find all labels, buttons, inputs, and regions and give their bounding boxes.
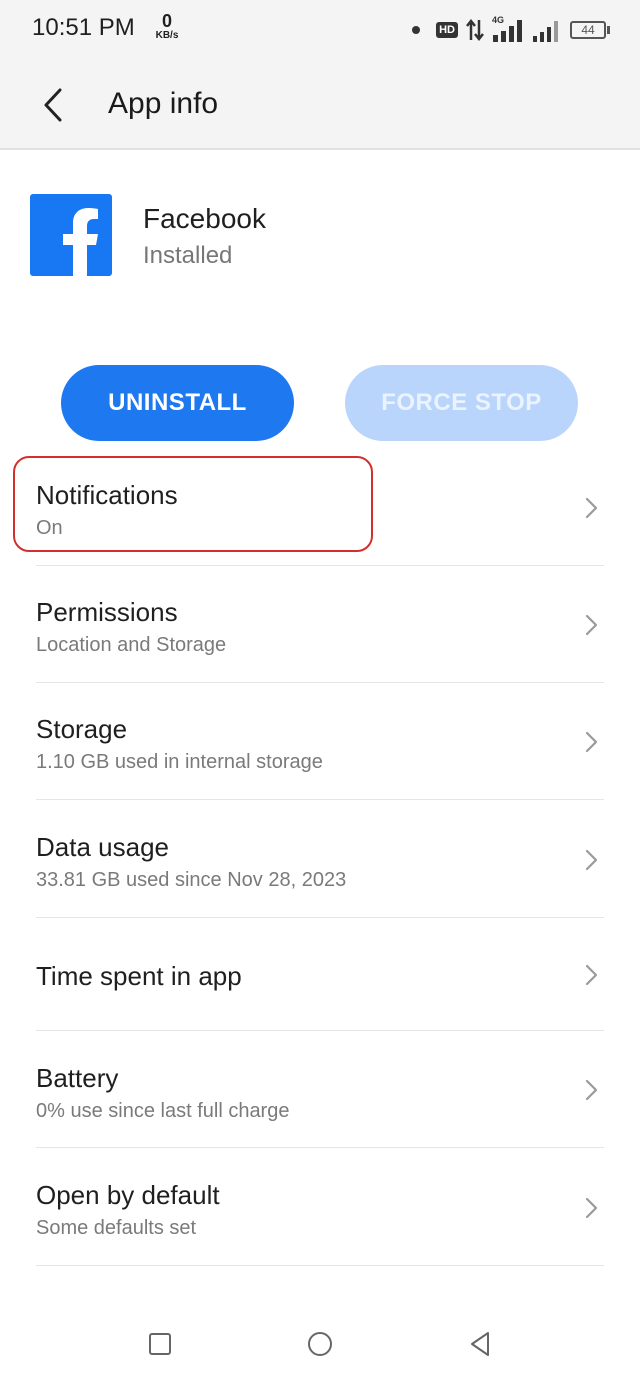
cellular-signal-4g-icon: 4G	[492, 15, 524, 43]
status-time: 10:51 PM	[32, 14, 135, 41]
settings-item-title: Open by default	[36, 1180, 220, 1210]
settings-item-subtitle: 33.81 GB used since Nov 28, 2023	[36, 869, 347, 891]
chevron-right-icon	[585, 1079, 598, 1101]
settings-item-permissions[interactable]: Permissions Location and Storage	[0, 566, 640, 683]
page-title: App info	[108, 87, 219, 120]
app-install-status: Installed	[143, 242, 233, 269]
back-arrow-icon	[44, 88, 62, 122]
settings-item-subtitle: Some defaults set	[36, 1217, 197, 1239]
settings-item-title: Battery	[36, 1063, 119, 1093]
app-bar: App info	[0, 60, 640, 150]
network-speed-unit: KB/s	[155, 30, 179, 41]
battery-tip	[607, 26, 610, 34]
chevron-right-icon	[585, 614, 598, 636]
status-bar: 10:51 PM 0 KB/s HD 4G 44	[0, 0, 640, 60]
back-button[interactable]	[30, 82, 76, 128]
network-speed: 0 KB/s	[152, 12, 182, 41]
circle-icon	[308, 1332, 332, 1356]
settings-item-subtitle: 1.10 GB used in internal storage	[36, 751, 323, 773]
hd-voice-icon: HD	[436, 22, 458, 38]
settings-item-title: Data usage	[36, 832, 169, 862]
uninstall-button[interactable]: UNINSTALL	[61, 365, 294, 441]
back-nav-button[interactable]	[462, 1326, 498, 1362]
triangle-back-icon	[471, 1332, 489, 1356]
settings-item-title: Storage	[36, 714, 128, 744]
chevron-right-icon	[585, 1197, 598, 1219]
facebook-logo-icon	[63, 208, 98, 276]
chevron-right-icon	[585, 497, 598, 519]
settings-item-data-usage[interactable]: Data usage 33.81 GB used since Nov 28, 2…	[0, 800, 640, 918]
settings-item-title: Time spent in app	[36, 961, 242, 991]
settings-item-subtitle: Location and Storage	[36, 634, 227, 656]
settings-item-subtitle: 0% use since last full charge	[36, 1100, 290, 1122]
chevron-right-icon	[585, 849, 598, 871]
force-stop-button[interactable]: FORCE STOP	[345, 365, 578, 441]
settings-item-subtitle: On	[36, 517, 63, 539]
square-icon	[149, 1333, 171, 1355]
home-button[interactable]	[302, 1326, 338, 1362]
battery-icon: 44	[570, 21, 610, 39]
settings-item-open-by-default[interactable]: Open by default Some defaults set	[0, 1148, 640, 1266]
settings-item-time-spent[interactable]: Time spent in app	[0, 918, 640, 1031]
status-icons: HD 4G 44	[412, 15, 610, 44]
notification-dot-icon	[412, 26, 421, 34]
app-name: Facebook	[143, 203, 266, 234]
facebook-app-icon	[30, 194, 112, 276]
list-divider	[36, 1265, 604, 1266]
battery-level: 44	[570, 21, 606, 39]
cellular-signal-icon	[533, 21, 558, 42]
settings-item-battery[interactable]: Battery 0% use since last full charge	[0, 1031, 640, 1148]
settings-item-title: Notifications	[36, 480, 178, 510]
settings-item-storage[interactable]: Storage 1.10 GB used in internal storage	[0, 683, 640, 800]
data-transfer-icon	[466, 18, 484, 42]
recents-button[interactable]	[142, 1326, 178, 1362]
settings-item-title: Permissions	[36, 597, 178, 627]
navigation-bar	[0, 1300, 640, 1386]
network-speed-value: 0	[161, 11, 172, 31]
chevron-right-icon	[585, 731, 598, 753]
settings-item-notifications[interactable]: Notifications On	[0, 450, 640, 566]
chevron-right-icon	[585, 964, 598, 986]
